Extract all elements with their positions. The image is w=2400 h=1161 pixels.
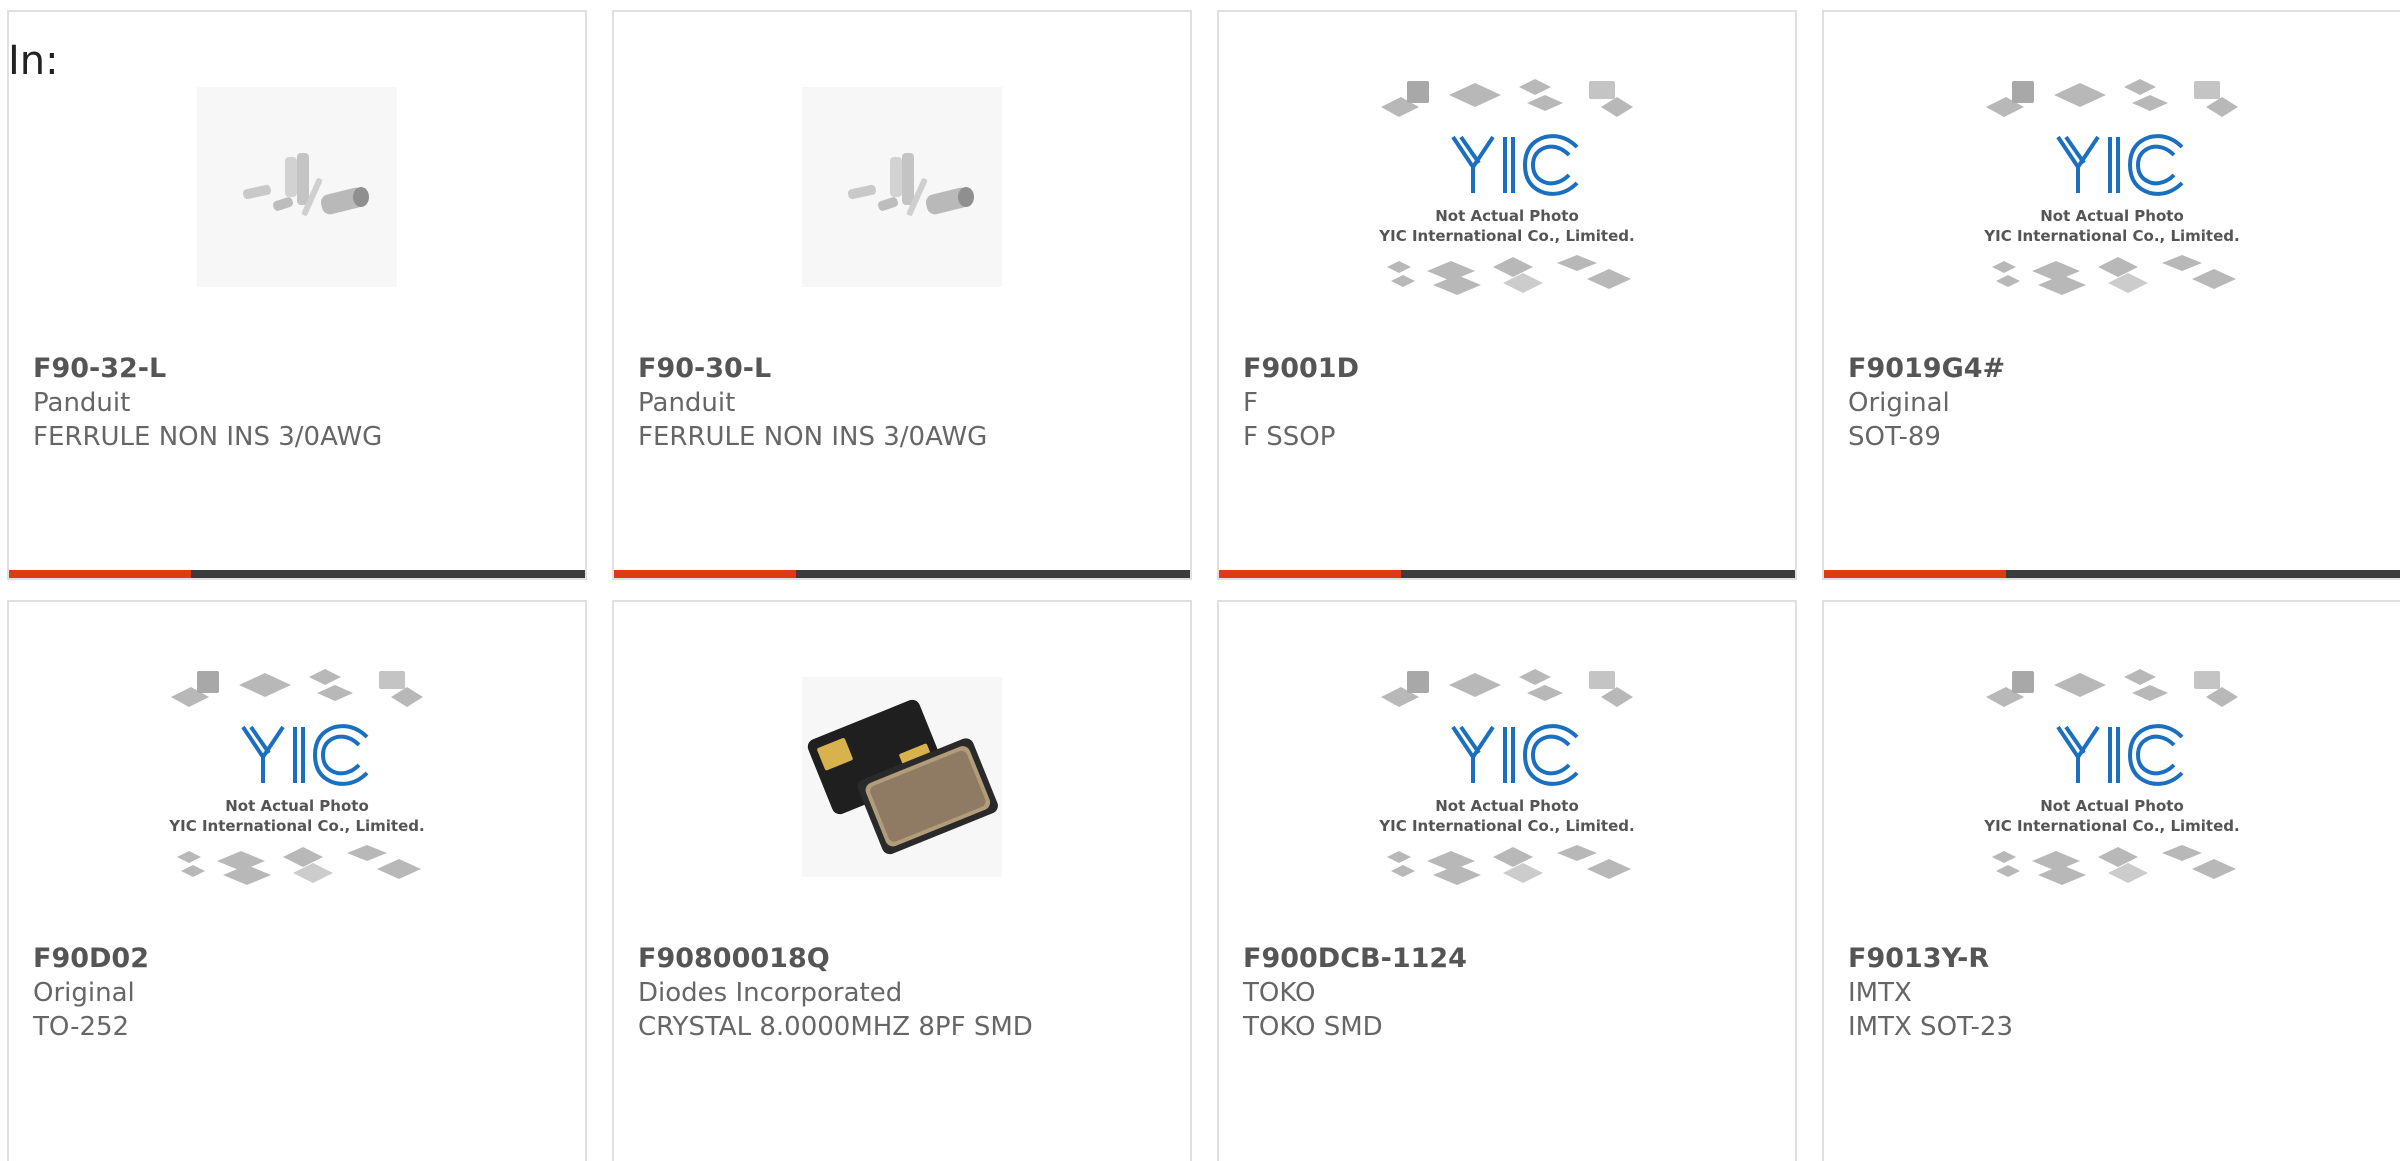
filter-label: In: — [8, 38, 59, 84]
product-image[interactable] — [9, 82, 585, 292]
product-image[interactable]: Not Actual Photo YIC International Co., … — [1824, 669, 2400, 885]
svg-text:Not Actual Photo: Not Actual Photo — [1435, 207, 1579, 225]
part-number[interactable]: F90-32-L — [33, 352, 565, 386]
product-info: F90D02 Original TO-252 — [33, 942, 565, 1044]
product-info: F90-30-L Panduit FERRULE NON INS 3/0AWG — [638, 352, 1170, 454]
ferrule-photo — [197, 87, 397, 287]
product-info: F900DCB-1124 TOKO TOKO SMD — [1243, 942, 1775, 1044]
svg-text:YIC International Co., Limited: YIC International Co., Limited. — [1983, 227, 2239, 245]
description: TOKO SMD — [1243, 1012, 1383, 1042]
product-info: F9013Y-R IMTX IMTX SOT-23 — [1848, 942, 2380, 1044]
description: F SSOP — [1243, 422, 1336, 452]
placeholder-image: Not Actual Photo YIC International Co., … — [168, 669, 425, 885]
card-accent-bar — [1824, 570, 2006, 578]
crystal-photo — [802, 677, 1002, 877]
manufacturer: Original — [33, 978, 135, 1008]
part-number[interactable]: F9001D — [1243, 352, 1775, 386]
product-card[interactable]: Not Actual Photo YIC International Co., … — [1217, 10, 1797, 580]
card-bottom-bar — [1824, 570, 2400, 578]
card-accent-bar — [1219, 570, 1401, 578]
product-card[interactable]: F90-30-L Panduit FERRULE NON INS 3/0AWG — [612, 10, 1192, 580]
part-number[interactable]: F90800018Q — [638, 942, 1170, 976]
manufacturer: F — [1243, 388, 1258, 418]
product-card[interactable]: F90800018Q Diodes Incorporated CRYSTAL 8.0… — [612, 600, 1192, 1161]
manufacturer: TOKO — [1243, 978, 1316, 1008]
description: SOT-89 — [1848, 422, 1941, 452]
product-info: F9001D F F SSOP — [1243, 352, 1775, 454]
product-card[interactable]: Not Actual Photo YIC International Co., … — [1217, 600, 1797, 1161]
svg-text:Not Actual Photo: Not Actual Photo — [225, 797, 369, 815]
manufacturer: Panduit — [638, 388, 736, 418]
product-card[interactable]: Not Actual Photo YIC International Co., … — [7, 600, 587, 1161]
placeholder-image: Not Actual Photo YIC International Co., … — [1378, 79, 1635, 295]
product-info: F90-32-L Panduit FERRULE NON INS 3/0AWG — [33, 352, 565, 454]
manufacturer: IMTX — [1848, 978, 1912, 1008]
part-number[interactable]: F90D02 — [33, 942, 565, 976]
manufacturer: Original — [1848, 388, 1950, 418]
part-number[interactable]: F90-30-L — [638, 352, 1170, 386]
svg-text:YIC International Co., Limited: YIC International Co., Limited. — [168, 817, 424, 835]
description: FERRULE NON INS 3/0AWG — [33, 422, 383, 452]
part-number[interactable]: F900DCB-1124 — [1243, 942, 1775, 976]
placeholder-image: Not Actual Photo YIC International Co., … — [1378, 669, 1635, 885]
svg-text:YIC International Co., Limited: YIC International Co., Limited. — [1983, 817, 2239, 835]
part-number[interactable]: F9019G4# — [1848, 352, 2380, 386]
svg-text:Not Actual Photo: Not Actual Photo — [2040, 207, 2184, 225]
product-card[interactable]: F90-32-L Panduit FERRULE NON INS 3/0AWG — [7, 10, 587, 580]
manufacturer: Panduit — [33, 388, 131, 418]
product-image[interactable] — [614, 672, 1190, 882]
product-image[interactable]: Not Actual Photo YIC International Co., … — [1219, 79, 1795, 295]
placeholder-image: Not Actual Photo YIC International Co., … — [1983, 79, 2240, 295]
product-image[interactable] — [614, 82, 1190, 292]
product-card[interactable]: Not Actual Photo YIC International Co., … — [1822, 10, 2400, 580]
product-grid: F90-32-L Panduit FERRULE NON INS 3/0AWG F9… — [7, 10, 2400, 1161]
product-info: F9019G4# Original SOT-89 — [1848, 352, 2380, 454]
svg-text:Not Actual Photo: Not Actual Photo — [2040, 797, 2184, 815]
card-bottom-bar — [614, 570, 1190, 578]
product-card[interactable]: Not Actual Photo YIC International Co., … — [1822, 600, 2400, 1161]
card-bottom-bar — [1219, 570, 1795, 578]
product-image[interactable]: Not Actual Photo YIC International Co., … — [9, 669, 585, 885]
product-image[interactable]: Not Actual Photo YIC International Co., … — [1219, 669, 1795, 885]
product-info: F90800018Q Diodes Incorporated CRYSTAL 8.0… — [638, 942, 1170, 1044]
description: TO-252 — [33, 1012, 130, 1042]
description: IMTX SOT-23 — [1848, 1012, 2013, 1042]
part-number[interactable]: F9013Y-R — [1848, 942, 2380, 976]
svg-text:YIC International Co., Limited: YIC International Co., Limited. — [1378, 817, 1634, 835]
product-image[interactable]: Not Actual Photo YIC International Co., … — [1824, 79, 2400, 295]
card-bottom-bar — [9, 570, 585, 578]
svg-text:YIC International Co., Limited: YIC International Co., Limited. — [1378, 227, 1634, 245]
manufacturer: Diodes Incorporated — [638, 978, 903, 1008]
description: CRYSTAL 8.0000MHZ 8PF SMD — [638, 1012, 1033, 1042]
description: FERRULE NON INS 3/0AWG — [638, 422, 988, 452]
card-accent-bar — [614, 570, 796, 578]
card-accent-bar — [9, 570, 191, 578]
svg-text:Not Actual Photo: Not Actual Photo — [1435, 797, 1579, 815]
placeholder-image: Not Actual Photo YIC International Co., … — [1983, 669, 2240, 885]
ferrule-photo — [802, 87, 1002, 287]
product-listing-page: In: F90-32-L Panduit FERRULE NON INS 3/0AW… — [0, 0, 2400, 1161]
